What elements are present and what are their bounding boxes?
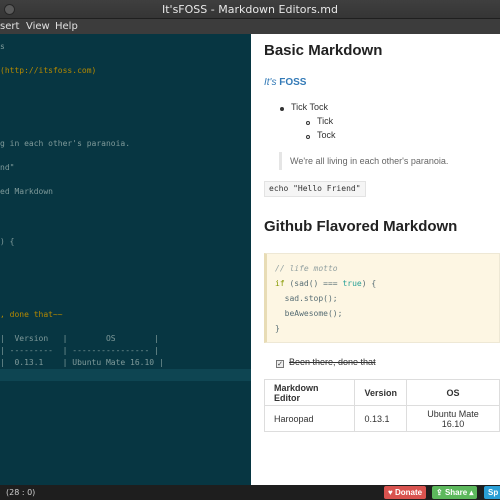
- code-text: (sad() ===: [284, 279, 343, 288]
- code-block: // life motto if (sad() === true) { sad.…: [264, 253, 500, 343]
- menu-bar: sert View Help: [0, 19, 500, 34]
- markdown-editor[interactable]: s (http://itsfoss.com) g in each other's…: [0, 34, 251, 485]
- share-button[interactable]: ⇪ Share ▴: [432, 486, 478, 499]
- table-header: OS: [405, 379, 500, 406]
- editor-line: s: [0, 42, 5, 51]
- menu-insert[interactable]: sert: [0, 19, 19, 34]
- window-close-icon[interactable]: [4, 4, 15, 15]
- heading-github-markdown: Github Flavored Markdown: [264, 218, 458, 235]
- code-text: sad.stop();: [275, 294, 338, 303]
- editor-line: (http://itsfoss.com): [0, 66, 97, 75]
- window-title: It'sFOSS - Markdown Editors.md: [161, 3, 338, 16]
- link-prefix: It's: [264, 77, 280, 88]
- link-strong: FOSS: [279, 77, 307, 88]
- code-text: }: [275, 324, 280, 333]
- status-bar: (28 : 0) ♥ Donate ⇪ Share ▴ Sp: [0, 485, 500, 500]
- editors-table: Markdown Editor Version OS Haroopad 0.13…: [263, 379, 500, 432]
- code-keyword: if: [275, 279, 285, 288]
- list-item: Tick: [317, 116, 334, 126]
- task-item: ✓ Been there, done that: [276, 357, 376, 368]
- heading-basic-markdown: Basic Markdown: [264, 42, 383, 59]
- editor-line: | --------- | ---------------- |: [0, 346, 159, 355]
- table-cell: Ubuntu Mate 16.10: [405, 405, 500, 432]
- blockquote: We're all living in each other's paranoi…: [279, 152, 479, 170]
- editor-line: | Version | OS |: [0, 334, 159, 343]
- share-icon: ⇪: [436, 488, 445, 497]
- donate-button[interactable]: ♥ Donate: [384, 486, 427, 499]
- list-bullet-icon: [306, 135, 310, 139]
- table-header-row: Markdown Editor Version OS: [263, 379, 500, 406]
- list-bullet-icon: [306, 121, 310, 125]
- title-bar: It'sFOSS - Markdown Editors.md: [0, 0, 500, 19]
- list-bullet-icon: [280, 107, 284, 111]
- table-cell: Haroopad: [263, 405, 356, 432]
- editor-line: ) {: [0, 237, 15, 246]
- code-boolean: true: [342, 279, 362, 288]
- third-button[interactable]: Sp: [484, 486, 500, 499]
- menu-help[interactable]: Help: [55, 19, 78, 34]
- current-line-highlight: [0, 369, 251, 381]
- editor-line: ed Markdown: [0, 187, 53, 196]
- table-header: Version: [354, 379, 407, 406]
- markdown-preview: Basic Markdown It's FOSS Tick Tock Tick …: [251, 34, 500, 485]
- table-header: Markdown Editor: [263, 379, 356, 406]
- code-text: beAwesome();: [275, 309, 343, 318]
- list-item: Tock: [317, 130, 336, 140]
- editor-line: , done that~~: [0, 310, 63, 319]
- heart-icon: ♥: [388, 488, 395, 497]
- editor-line: g in each other's paranoia.: [0, 139, 131, 148]
- editor-line: nd": [0, 163, 15, 172]
- editor-line: | 0.13.1 | Ubuntu Mate 16.10 |: [0, 358, 164, 367]
- menu-view[interactable]: View: [26, 19, 50, 34]
- table-cell: 0.13.1: [354, 405, 407, 432]
- cursor-position: (28 : 0): [6, 488, 36, 497]
- list-item: Tick Tock: [291, 102, 329, 112]
- itsfoss-link[interactable]: It's FOSS: [264, 77, 306, 88]
- inline-code: echo "Hello Friend": [264, 181, 366, 197]
- table-row: Haroopad 0.13.1 Ubuntu Mate 16.10: [263, 405, 500, 432]
- code-comment: // life motto: [275, 264, 338, 273]
- caret-up-icon: ▴: [467, 488, 474, 497]
- code-text: ) {: [361, 279, 377, 288]
- share-label: Share: [444, 488, 468, 497]
- checkbox-checked-icon[interactable]: ✓: [276, 360, 284, 368]
- donate-label: Donate: [394, 488, 423, 497]
- task-label: Been there, done that: [289, 357, 376, 367]
